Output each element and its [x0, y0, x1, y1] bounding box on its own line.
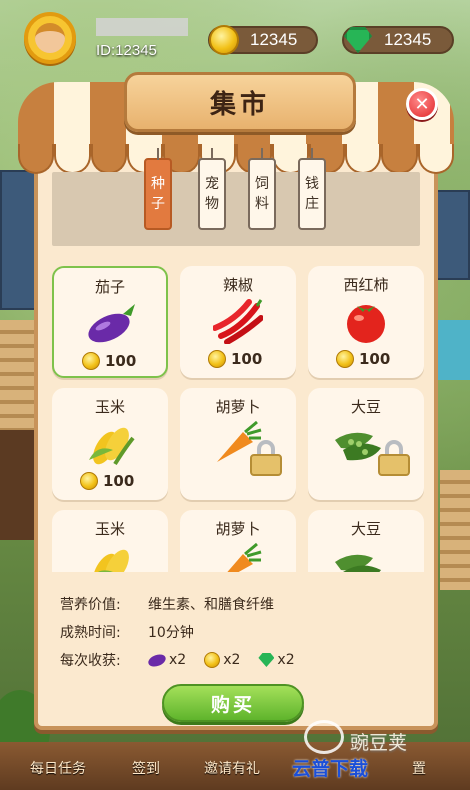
corn-icon — [89, 427, 135, 466]
eggplant-icon — [146, 651, 168, 669]
item-card-soybean-2[interactable]: 大豆 — [308, 510, 424, 572]
watermark-download-text: 云普下载 — [292, 758, 369, 780]
player-name-blurred — [96, 18, 188, 36]
watermark-text: 豌豆荚 — [350, 732, 408, 754]
item-grid: 茄子 100 辣椒 100 西红柿 100 玉米 100 胡萝卜 大豆 玉米 胡… — [52, 266, 424, 572]
coin-icon — [204, 652, 221, 668]
nav-settings[interactable]: 置 — [412, 758, 426, 778]
close-icon: ✕ — [414, 93, 430, 115]
gold-coin-icon — [206, 22, 242, 58]
item-card-carrot-2[interactable]: 胡萝卜 — [180, 510, 296, 572]
coin-icon — [336, 350, 354, 368]
yield-row: 每次收获: x2 x2 x2 — [60, 651, 295, 669]
market-title: 集市 — [209, 89, 270, 120]
tab-feed[interactable]: 饲料 — [248, 148, 276, 230]
fence-left — [0, 320, 36, 440]
watermark-logo — [304, 720, 344, 754]
gem-icon — [258, 653, 275, 667]
market-title-sign: 集市 — [124, 72, 356, 132]
chili-icon — [213, 299, 263, 344]
tomato-icon — [347, 305, 385, 343]
item-card-soybean-locked[interactable]: 大豆 — [308, 388, 424, 500]
corn-icon — [93, 549, 129, 572]
player-id: ID:12345 — [96, 42, 157, 59]
close-button[interactable]: ✕ — [406, 88, 438, 120]
eggplant-icon — [88, 304, 135, 343]
nutrition-row: 营养价值: 维生素、和膳食纤维 — [60, 597, 274, 613]
item-card-carrot-locked[interactable]: 胡萝卜 — [180, 388, 296, 500]
gem-icon — [340, 22, 376, 58]
mature-time-row: 成熟时间: 10分钟 — [60, 625, 194, 641]
item-card-chili[interactable]: 辣椒 100 — [180, 266, 296, 378]
tab-bar — [52, 172, 420, 246]
fence-right — [440, 470, 470, 590]
tab-bank[interactable]: 钱庄 — [298, 148, 326, 230]
player-avatar[interactable] — [24, 12, 76, 64]
item-card-corn[interactable]: 玉米 100 — [52, 388, 168, 500]
gem-counter[interactable]: 12345 — [342, 26, 454, 54]
item-card-corn-2[interactable]: 玉米 — [52, 510, 168, 572]
item-card-eggplant[interactable]: 茄子 100 — [52, 266, 168, 378]
buy-button[interactable]: 购买 — [162, 684, 304, 722]
coin-icon — [208, 350, 226, 368]
tab-seeds[interactable]: 种子 — [144, 148, 172, 230]
item-info: 营养价值: 维生素、和膳食纤维 成熟时间: 10分钟 每次收获: x2 x2 x… — [60, 590, 313, 674]
carrot-icon — [227, 542, 262, 572]
gem-amount: 12345 — [384, 30, 432, 49]
lock-icon — [250, 440, 282, 476]
tab-pets[interactable]: 宠物 — [198, 148, 226, 230]
gold-amount: 12345 — [250, 30, 298, 49]
nav-daily-tasks[interactable]: 每日任务 — [30, 758, 86, 778]
gold-counter[interactable]: 12345 — [208, 25, 318, 55]
item-card-tomato[interactable]: 西红柿 100 — [308, 266, 424, 378]
coin-icon — [80, 472, 98, 490]
soybean-icon — [335, 554, 381, 572]
lock-icon — [378, 440, 410, 476]
nav-signin[interactable]: 签到 — [132, 758, 160, 778]
coin-icon — [82, 352, 100, 370]
avatar-face — [35, 23, 65, 53]
nav-invite[interactable]: 邀请有礼 — [204, 758, 260, 778]
